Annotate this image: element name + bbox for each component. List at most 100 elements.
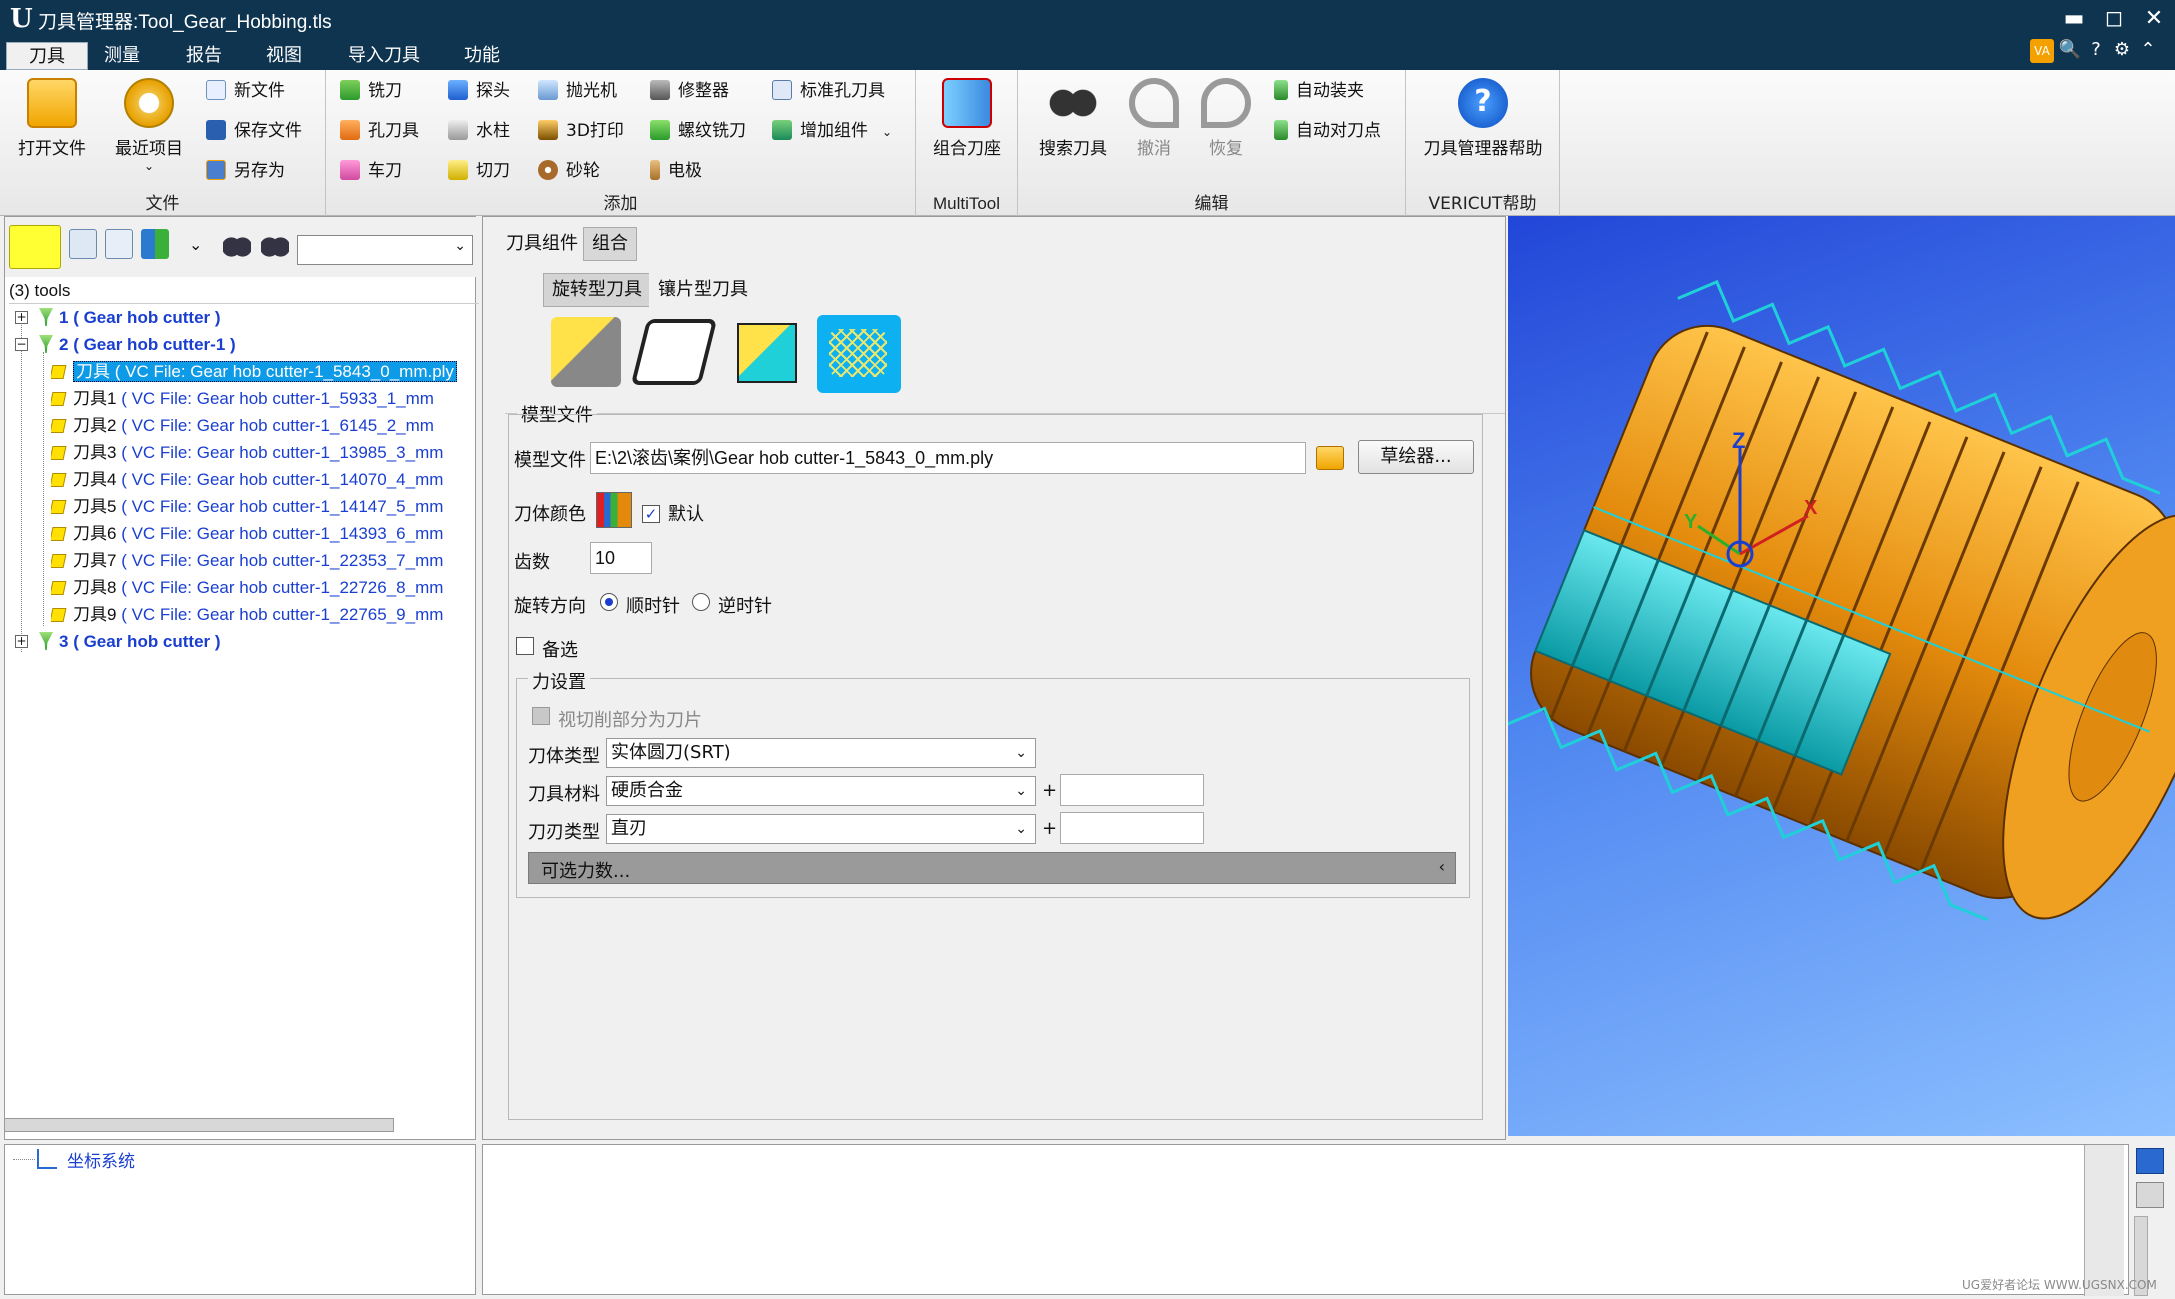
recent-projects-button[interactable]: 最近项目 ⌄ bbox=[104, 78, 194, 173]
tab-rotary-tool[interactable]: 旋转型刀具 bbox=[543, 273, 651, 307]
tool-manager-help-button[interactable]: ? 刀具管理器帮助 bbox=[1410, 78, 1556, 159]
model-file-input[interactable]: E:\2\滚齿\案例\Gear hob cutter-1_5843_0_mm.p… bbox=[590, 442, 1306, 474]
tree-leaf-7[interactable]: 刀具7 ( VC File: Gear hob cutter-1_22353_7… bbox=[51, 547, 479, 574]
insert-shape-icon[interactable] bbox=[551, 317, 621, 387]
standard-hole-tool-button[interactable]: 标准孔刀具 bbox=[772, 76, 885, 106]
open-file-button[interactable]: 打开文件 bbox=[10, 78, 94, 159]
dresser-button[interactable]: 修整器 bbox=[650, 76, 729, 106]
collapse-ribbon-icon[interactable]: ⌃ bbox=[2136, 38, 2160, 62]
tree-leaf-6[interactable]: 刀具6 ( VC File: Gear hob cutter-1_14393_6… bbox=[51, 520, 479, 547]
tab-measure[interactable]: 测量 bbox=[82, 42, 162, 70]
chevron-down-icon[interactable]: ⌄ bbox=[189, 235, 202, 254]
optional-force-bar[interactable]: 可选力数... ‹ bbox=[528, 852, 1456, 884]
cut-as-insert-checkbox[interactable] bbox=[532, 706, 550, 727]
insert-holder-icon[interactable] bbox=[630, 319, 718, 385]
default-checkbox[interactable]: ✓ bbox=[642, 500, 660, 523]
tree-leaf-4[interactable]: 刀具4 ( VC File: Gear hob cutter-1_14070_4… bbox=[51, 466, 479, 493]
search-tool-button[interactable]: 搜索刀具 bbox=[1030, 78, 1116, 159]
coordinate-system-item[interactable]: 坐标系统 bbox=[67, 1147, 135, 1172]
body-type-select[interactable]: 实体圆刀(SRT) ⌄ bbox=[606, 738, 1036, 768]
collapse-icon[interactable]: − bbox=[15, 338, 28, 351]
redo-button[interactable]: 恢复 bbox=[1194, 78, 1258, 159]
hob-wireframe-icon[interactable] bbox=[817, 315, 901, 393]
calculator-icon[interactable] bbox=[69, 229, 97, 259]
tool-3d-viewport[interactable]: Z Y X bbox=[1504, 216, 2175, 1136]
tab-report[interactable]: 报告 bbox=[164, 42, 244, 70]
tab-assembly[interactable]: 组合 bbox=[583, 227, 637, 261]
va-icon[interactable]: VA bbox=[2030, 39, 2054, 63]
tab-view[interactable]: 视图 bbox=[244, 42, 324, 70]
mouse-select-icon[interactable] bbox=[9, 225, 61, 269]
hole-tool-button[interactable]: 孔刀具 bbox=[340, 116, 419, 146]
thread-mill-button[interactable]: 螺纹铣刀 bbox=[650, 116, 746, 146]
tab-functions[interactable]: 功能 bbox=[442, 42, 522, 70]
leaf-zh-label: 刀具8 bbox=[73, 578, 117, 597]
list-view-icon[interactable] bbox=[105, 229, 133, 259]
save-file-button[interactable]: 保存文件 bbox=[206, 116, 302, 146]
edge-type-select[interactable]: 直刃 ⌄ bbox=[606, 814, 1036, 844]
tab-import-tools[interactable]: 导入刀具 bbox=[326, 42, 442, 70]
tree-leaf-5[interactable]: 刀具5 ( VC File: Gear hob cutter-1_14147_5… bbox=[51, 493, 479, 520]
tree-leaf-2[interactable]: 刀具2 ( VC File: Gear hob cutter-1_6145_2_… bbox=[51, 412, 479, 439]
log-icon[interactable] bbox=[2136, 1148, 2164, 1174]
tree-leaf-0[interactable]: 刀具 ( VC File: Gear hob cutter-1_5843_0_m… bbox=[51, 358, 479, 385]
layout-icon[interactable] bbox=[2136, 1182, 2164, 1208]
edge-extra-input[interactable] bbox=[1060, 812, 1204, 844]
binoculars-next-icon[interactable] bbox=[261, 229, 289, 259]
lathe-tool-button[interactable]: 车刀 bbox=[340, 156, 402, 186]
minimize-button[interactable]: ▬ bbox=[2056, 2, 2092, 36]
tree-node-2[interactable]: 2 ( Gear hob cutter-1 ) bbox=[39, 331, 236, 358]
tab-tools[interactable]: 刀具 bbox=[6, 42, 88, 70]
save-as-button[interactable]: 另存为 bbox=[206, 156, 285, 186]
expand-icon[interactable]: + bbox=[15, 635, 28, 648]
help-icon[interactable]: ? bbox=[2084, 38, 2108, 62]
tree-node-3[interactable]: 3 ( Gear hob cutter ) bbox=[39, 628, 221, 655]
print-3d-button[interactable]: 3D打印 bbox=[538, 116, 624, 146]
auto-clamp-button[interactable]: 自动装夹 bbox=[1274, 76, 1364, 106]
cutter-button[interactable]: 切刀 bbox=[448, 156, 510, 186]
tree-filter-select[interactable]: ⌄ bbox=[297, 235, 473, 265]
binoculars-icon[interactable] bbox=[223, 229, 251, 259]
maximize-button[interactable]: ◻ bbox=[2096, 2, 2132, 36]
undo-button[interactable]: 撤消 bbox=[1122, 78, 1186, 159]
counterclockwise-radio[interactable] bbox=[692, 592, 710, 613]
search-icon[interactable]: 🔍 bbox=[2058, 38, 2082, 62]
gear-icon[interactable]: ⚙ bbox=[2110, 38, 2134, 62]
thread-mill-label: 螺纹铣刀 bbox=[678, 121, 746, 141]
probe-button[interactable]: 探头 bbox=[448, 76, 510, 106]
tree-leaf-1[interactable]: 刀具1 ( VC File: Gear hob cutter-1_5933_1_… bbox=[51, 385, 479, 412]
color-swatch-button[interactable] bbox=[596, 492, 632, 528]
clockwise-label: 顺时针 bbox=[626, 596, 680, 617]
auto-align-icon bbox=[1274, 120, 1288, 140]
close-button[interactable]: ✕ bbox=[2136, 2, 2172, 36]
alternate-checkbox[interactable] bbox=[516, 636, 534, 657]
add-component-button[interactable]: 增加组件 ⌄ bbox=[772, 116, 892, 146]
grinding-wheel-button[interactable]: 砂轮 bbox=[538, 156, 600, 186]
component-cube-icon bbox=[51, 365, 67, 379]
tree-leaf-8[interactable]: 刀具8 ( VC File: Gear hob cutter-1_22726_8… bbox=[51, 574, 479, 601]
tab-tool-component[interactable]: 刀具组件 bbox=[497, 227, 587, 261]
tool-holder-combo-button[interactable]: 组合刀座 bbox=[922, 78, 1012, 159]
waterjet-button[interactable]: 水柱 bbox=[448, 116, 510, 146]
material-extra-input[interactable] bbox=[1060, 774, 1204, 806]
polisher-button[interactable]: 抛光机 bbox=[538, 76, 617, 106]
new-file-button[interactable]: 新文件 bbox=[206, 76, 285, 106]
auto-align-button[interactable]: 自动对刀点 bbox=[1274, 116, 1381, 146]
tree-leaf-3[interactable]: 刀具3 ( VC File: Gear hob cutter-1_13985_3… bbox=[51, 439, 479, 466]
sort-arrows-icon[interactable] bbox=[141, 229, 169, 259]
tree-leaf-9[interactable]: 刀具9 ( VC File: Gear hob cutter-1_22765_9… bbox=[51, 601, 479, 628]
leaf-text: ( VC File: Gear hob cutter-1_14070_4_mm bbox=[116, 470, 444, 489]
expand-icon[interactable]: + bbox=[15, 311, 28, 324]
ribbon: 打开文件 最近项目 ⌄ 新文件 保存文件 另存为 文件 铣刀 孔刀具 车刀 探头… bbox=[0, 70, 2175, 216]
arrow-tool-icon[interactable] bbox=[737, 323, 797, 383]
sketcher-button[interactable]: 草绘器... bbox=[1358, 440, 1474, 474]
clockwise-radio[interactable] bbox=[600, 592, 618, 613]
teeth-count-input[interactable]: 10 bbox=[590, 542, 652, 574]
electrode-button[interactable]: 电极 bbox=[650, 156, 702, 186]
mill-button[interactable]: 铣刀 bbox=[340, 76, 402, 106]
tree-node-1[interactable]: 1 ( Gear hob cutter ) bbox=[39, 304, 221, 331]
tree-horizontal-scrollbar[interactable] bbox=[4, 1118, 394, 1132]
tab-insert-tool[interactable]: 镶片型刀具 bbox=[649, 273, 757, 307]
browse-folder-icon[interactable] bbox=[1316, 446, 1344, 470]
tool-material-select[interactable]: 硬质合金 ⌄ bbox=[606, 776, 1036, 806]
